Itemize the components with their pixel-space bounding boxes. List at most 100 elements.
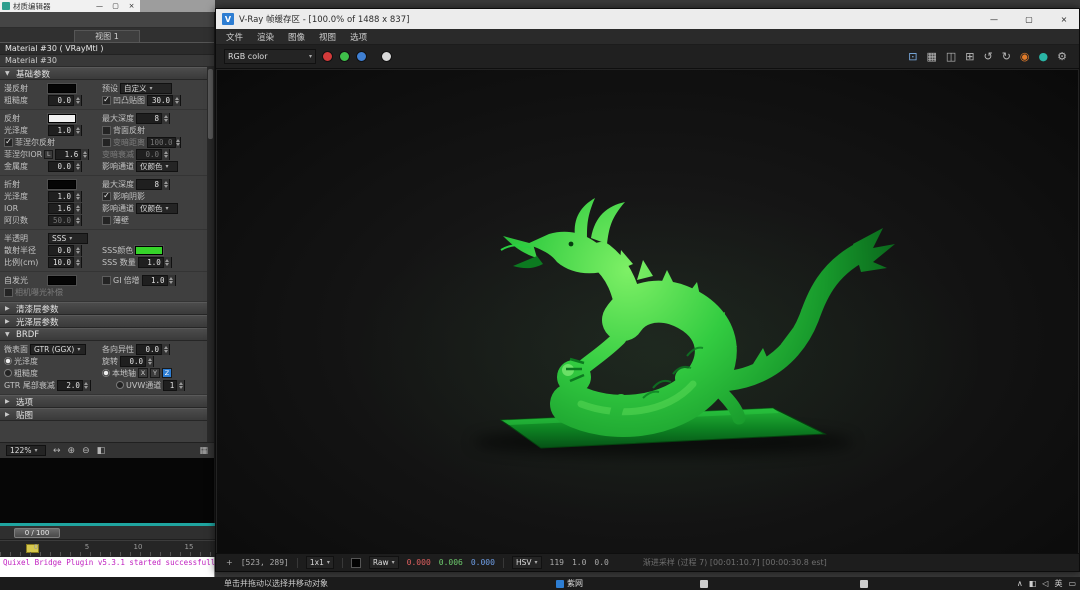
spinner[interactable] bbox=[73, 160, 81, 172]
diffuse-color-swatch[interactable] bbox=[47, 82, 77, 94]
save-image-icon[interactable]: ⊡ bbox=[908, 51, 917, 62]
taskbar-app-icon[interactable] bbox=[860, 580, 868, 588]
rollout-options[interactable]: ▶ 选项 bbox=[0, 395, 207, 408]
rollout-basic-params[interactable]: ▼ 基础参数 bbox=[0, 67, 207, 80]
render-last-icon[interactable]: ◉ bbox=[1020, 51, 1030, 62]
spinner[interactable] bbox=[80, 148, 89, 160]
hidden-icons-chevron[interactable]: ∧ bbox=[1017, 579, 1023, 588]
vfb-titlebar[interactable]: V V-Ray 帧缓存区 - [100.0% of 1488 x 837] — … bbox=[216, 9, 1079, 29]
spinner[interactable] bbox=[174, 136, 180, 148]
roughness-field[interactable]: 0.0 bbox=[48, 94, 82, 106]
uvw-channel-radio[interactable] bbox=[116, 381, 124, 389]
time-slider-handle[interactable]: 0 / 100 bbox=[14, 528, 60, 538]
max-depth-field[interactable]: 8 bbox=[136, 112, 170, 124]
interactive-render-icon[interactable]: ● bbox=[1039, 51, 1049, 62]
sss-color-swatch[interactable] bbox=[134, 244, 165, 256]
refract-gloss-field[interactable]: 1.0 bbox=[48, 190, 82, 202]
undo-icon[interactable]: ↺ bbox=[983, 51, 992, 62]
spinner[interactable] bbox=[73, 244, 81, 256]
spinner[interactable] bbox=[73, 190, 81, 202]
dim-falloff-field[interactable]: 0.0 bbox=[136, 148, 170, 160]
zoom-out-icon[interactable]: ⊖ bbox=[82, 446, 90, 456]
menu-view[interactable]: 视图 bbox=[319, 31, 336, 43]
dim-distance-field[interactable]: 100.0 bbox=[147, 136, 181, 148]
maxscript-mini-listener[interactable]: Quixel Bridge Plugin v5.3.1 started succ… bbox=[0, 557, 224, 577]
minimize-button[interactable]: — bbox=[93, 2, 106, 10]
preset-dropdown[interactable]: 自定义 ▾ bbox=[120, 82, 172, 94]
refract-color-swatch[interactable] bbox=[47, 178, 77, 190]
blue-channel-toggle[interactable] bbox=[356, 51, 367, 62]
zoom-in-icon[interactable]: ⊕ bbox=[68, 446, 76, 456]
spinner[interactable] bbox=[81, 379, 90, 391]
affect-shadows-checkbox[interactable]: ✓ bbox=[102, 191, 111, 201]
reflect-color-swatch[interactable] bbox=[47, 112, 77, 124]
gtr-falloff-field[interactable]: 2.0 bbox=[56, 379, 91, 391]
refract-affect-dropdown[interactable]: 仅颜色 ▾ bbox=[136, 202, 178, 214]
channel-dropdown[interactable]: RGB color ▾ bbox=[224, 49, 316, 64]
scrollbar-thumb[interactable] bbox=[208, 69, 213, 139]
axis-x-button[interactable]: X bbox=[138, 368, 148, 378]
red-channel-toggle[interactable] bbox=[322, 51, 333, 62]
zoom-level-dropdown[interactable]: 1x1 ▾ bbox=[305, 556, 334, 569]
spinner[interactable] bbox=[166, 274, 175, 286]
track-bar[interactable]: 0 5 10 15 bbox=[0, 540, 215, 557]
camera-comp-checkbox[interactable] bbox=[4, 287, 13, 297]
abbe-field[interactable]: 50.0 bbox=[48, 214, 82, 226]
scatter-radius-field[interactable]: 0.0 bbox=[48, 244, 82, 256]
uvw-channel-field[interactable]: 1 bbox=[163, 379, 186, 391]
anisotropy-field[interactable]: 0.0 bbox=[136, 343, 170, 355]
close-button[interactable]: × bbox=[125, 2, 138, 10]
fit-view-icon[interactable]: ◧ bbox=[97, 446, 106, 456]
rollout-sheen[interactable]: ▶ 光泽层参数 bbox=[0, 315, 207, 328]
settings-gear-icon[interactable]: ⚙ bbox=[1057, 51, 1067, 62]
material-editor-titlebar[interactable]: 材质编辑器 — ▢ × bbox=[0, 0, 140, 12]
rollout-coat[interactable]: ▶ 清漆层参数 bbox=[0, 302, 207, 315]
spinner[interactable] bbox=[172, 94, 180, 106]
refract-depth-field[interactable]: 8 bbox=[136, 178, 170, 190]
spinner[interactable] bbox=[161, 148, 169, 160]
rotation-field[interactable]: 0.0 bbox=[120, 355, 154, 367]
vfb-minimize-button[interactable]: — bbox=[979, 9, 1009, 29]
spinner[interactable] bbox=[73, 94, 81, 106]
spinner[interactable] bbox=[73, 202, 81, 214]
thin-walled-checkbox[interactable] bbox=[102, 215, 111, 225]
render-canvas[interactable] bbox=[217, 70, 1078, 553]
fresnel-ior-lock-icon[interactable]: L bbox=[44, 149, 54, 159]
zoom-dropdown[interactable]: 122% ▾ bbox=[6, 445, 46, 456]
spinner[interactable] bbox=[73, 124, 81, 136]
colorspace-dropdown[interactable]: HSV ▾ bbox=[511, 556, 542, 569]
dim-distance-checkbox[interactable] bbox=[102, 137, 111, 147]
spinner[interactable] bbox=[145, 355, 153, 367]
history-icon[interactable]: ▦ bbox=[926, 51, 936, 62]
spinner[interactable] bbox=[162, 256, 171, 268]
microfacet-dropdown[interactable]: GTR (GGX) ▾ bbox=[30, 343, 86, 355]
green-channel-toggle[interactable] bbox=[339, 51, 350, 62]
selfillum-color-swatch[interactable] bbox=[47, 274, 77, 286]
grid-toggle-icon[interactable]: ▦ bbox=[199, 446, 208, 456]
fresnel-checkbox[interactable]: ✓ bbox=[4, 137, 13, 147]
pan-icon[interactable]: ↔ bbox=[53, 446, 61, 456]
spinner[interactable] bbox=[161, 178, 169, 190]
rollout-brdf[interactable]: ▼ BRDF bbox=[0, 328, 207, 341]
gi-checkbox[interactable] bbox=[102, 275, 111, 285]
spinner[interactable] bbox=[176, 379, 185, 391]
brdf-gloss-radio[interactable] bbox=[4, 357, 12, 365]
spinner[interactable] bbox=[161, 343, 169, 355]
sss-amount-field[interactable]: 1.0 bbox=[137, 256, 172, 268]
local-axis-radio[interactable] bbox=[102, 369, 110, 377]
maximize-button[interactable]: ▢ bbox=[109, 2, 122, 10]
max-viewport[interactable] bbox=[0, 458, 215, 523]
scale-field[interactable]: 10.0 bbox=[48, 256, 82, 268]
vfb-maximize-button[interactable]: ▢ bbox=[1014, 9, 1044, 29]
volume-icon[interactable]: ◁ bbox=[1042, 579, 1048, 588]
axis-z-button[interactable]: Z bbox=[162, 368, 172, 378]
parameter-scrollbar[interactable] bbox=[207, 67, 214, 442]
menu-image[interactable]: 图像 bbox=[288, 31, 305, 43]
back-reflect-checkbox[interactable] bbox=[102, 125, 111, 135]
multiplier-field[interactable]: 1.0 bbox=[141, 274, 176, 286]
time-slider-track[interactable]: 0 / 100 bbox=[0, 526, 215, 540]
axis-y-button[interactable]: Y bbox=[150, 368, 160, 378]
alpha-channel-toggle[interactable] bbox=[381, 51, 392, 62]
rollout-maps[interactable]: ▶ 贴图 bbox=[0, 408, 207, 421]
redo-icon[interactable]: ↻ bbox=[1002, 51, 1011, 62]
